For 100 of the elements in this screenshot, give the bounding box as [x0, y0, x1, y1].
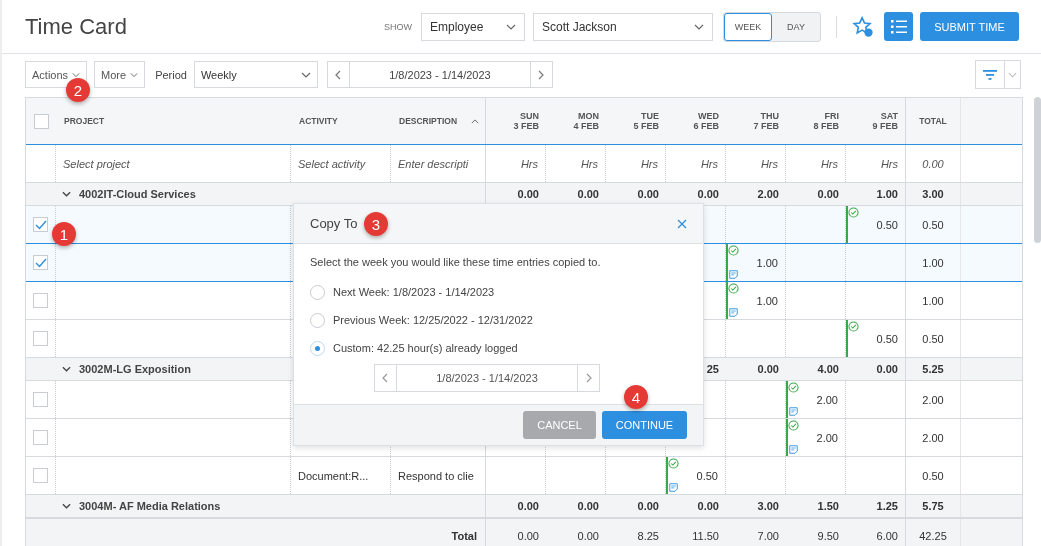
column-header: ACTIVITY — [299, 116, 338, 126]
row-checkbox[interactable] — [33, 255, 48, 270]
table-cell: 3.00 — [922, 188, 944, 200]
note-icon[interactable] — [789, 445, 798, 454]
chevron-left-icon — [382, 373, 389, 383]
column-header: FRI 8 FEB — [813, 111, 839, 131]
row-checkbox[interactable] — [33, 430, 48, 445]
hours-field[interactable]: Hrs — [520, 157, 538, 170]
column-header: SUN 3 FEB — [513, 111, 539, 131]
hours-field[interactable]: Hrs — [700, 157, 718, 170]
table-cell: 0.00 — [757, 363, 779, 375]
hours-field[interactable]: Hrs — [760, 157, 778, 170]
hours-field[interactable]: Hrs — [580, 157, 598, 170]
project-field[interactable]: Select project — [63, 157, 130, 170]
table-cell: 2.00 — [922, 431, 944, 444]
table-cell: 8.25 — [637, 530, 659, 542]
table-cell: 0.50 — [922, 218, 944, 231]
table-cell: 0.00 — [517, 530, 539, 542]
table-cell: 11.50 — [692, 530, 719, 542]
favorite-star-icon[interactable] — [852, 15, 874, 38]
date-range: 1/8/2023 - 1/14/2023 — [348, 62, 531, 87]
table-cell: 3.00 — [757, 500, 779, 512]
table-cell: 1.25 — [876, 500, 898, 512]
table-cell: 9.50 — [817, 530, 839, 542]
option-label[interactable]: Custom: 42.25 hour(s) already logged — [333, 342, 518, 354]
chevron-down-icon — [1008, 71, 1017, 78]
list-view-button[interactable] — [884, 12, 913, 41]
project-group-name: 4002IT-Cloud Services — [79, 188, 196, 200]
filter-options-button[interactable] — [1004, 61, 1020, 88]
chevron-left-icon — [335, 69, 342, 80]
table-cell: 0.00 — [922, 157, 944, 170]
table-cell: 6.00 — [876, 530, 898, 542]
option-label[interactable]: Next Week: 1/8/2023 - 1/14/2023 — [333, 286, 495, 298]
option-label[interactable]: Previous Week: 12/25/2022 - 12/31/2022 — [333, 314, 533, 326]
column-header: WED 6 FEB — [693, 111, 719, 131]
row-checkbox[interactable] — [33, 217, 48, 232]
table-cell: 0.00 — [517, 500, 539, 512]
person-select[interactable]: Scott Jackson — [533, 12, 713, 41]
table-cell: 0.00 — [637, 500, 659, 512]
table-cell: 1.00 — [922, 256, 944, 269]
show-by-select[interactable]: Employee — [421, 12, 525, 41]
table-cell: 0.00 — [697, 188, 719, 200]
table-cell: 0.00 — [876, 363, 898, 375]
page-title: Time Card — [25, 13, 127, 40]
select-all-checkbox[interactable] — [33, 113, 49, 129]
column-header: TUE 5 FEB — [633, 111, 659, 131]
note-icon[interactable] — [669, 483, 678, 492]
column-header: PROJECT — [64, 116, 105, 126]
table-cell: 25 — [706, 363, 719, 375]
dialog-message: Select the week you would like these time entries copied to. — [310, 256, 602, 268]
total-label: Total — [451, 530, 477, 542]
table-cell: 1.00 — [922, 294, 944, 307]
row-checkbox[interactable] — [33, 293, 48, 308]
collapse-chevron-icon[interactable] — [62, 366, 71, 372]
column-header: THU 7 FEB — [753, 111, 779, 131]
dialog-title: Copy To — [310, 216, 358, 231]
note-icon[interactable] — [729, 308, 738, 317]
description-field[interactable]: Enter descripti — [398, 157, 469, 170]
collapse-chevron-icon[interactable] — [62, 191, 71, 197]
table-cell: 1.00 — [756, 256, 778, 269]
table-cell: 1.50 — [817, 500, 839, 512]
view-tab[interactable]: DAY — [772, 12, 820, 41]
sort-icon[interactable] — [471, 118, 479, 124]
hours-field[interactable]: Hrs — [640, 157, 658, 170]
table-cell: 7.00 — [757, 530, 779, 542]
approved-check-icon — [848, 321, 859, 332]
column-header[interactable]: DESCRIPTION — [399, 116, 458, 126]
row-checkbox[interactable] — [33, 331, 48, 346]
table-cell: 0.50 — [922, 332, 944, 345]
table-cell: 0.00 — [577, 188, 599, 200]
approved-check-icon — [788, 420, 799, 431]
hours-field[interactable]: Hrs — [820, 157, 838, 170]
period-select[interactable]: Weekly — [193, 61, 318, 88]
filter-icon — [983, 69, 997, 80]
table-cell: 0.00 — [517, 188, 539, 200]
project-group-name: 3002M-LG Exposition — [79, 363, 191, 375]
table-cell: 0.00 — [817, 188, 839, 200]
close-icon[interactable] — [677, 218, 687, 229]
column-header: SAT 9 FEB — [872, 111, 898, 131]
table-cell: 0.50 — [876, 332, 898, 345]
collapse-chevron-icon[interactable] — [62, 503, 71, 509]
chevron-right-icon — [538, 69, 545, 80]
table-cell: 42.25 — [919, 530, 947, 542]
view-tab[interactable]: WEEK — [724, 12, 772, 41]
table-cell: 0.00 — [697, 500, 719, 512]
show-label: SHOW — [384, 21, 412, 32]
note-icon[interactable] — [789, 407, 798, 416]
row-checkbox[interactable] — [33, 392, 48, 407]
note-icon[interactable] — [729, 270, 738, 279]
activity-field[interactable]: Select activity — [298, 157, 366, 170]
row-checkbox[interactable] — [33, 468, 48, 483]
table-cell: 1.00 — [756, 294, 778, 307]
column-header: MON 4 FEB — [573, 111, 599, 131]
scrollbar[interactable] — [1034, 97, 1041, 243]
column-header: TOTAL — [919, 116, 947, 126]
table-cell: 0.00 — [577, 500, 599, 512]
hours-field[interactable]: Hrs — [880, 157, 898, 170]
table-cell: 2.00 — [757, 188, 779, 200]
more-dropdown[interactable]: More — [94, 61, 146, 88]
table-cell: Respond to clie — [398, 469, 474, 482]
